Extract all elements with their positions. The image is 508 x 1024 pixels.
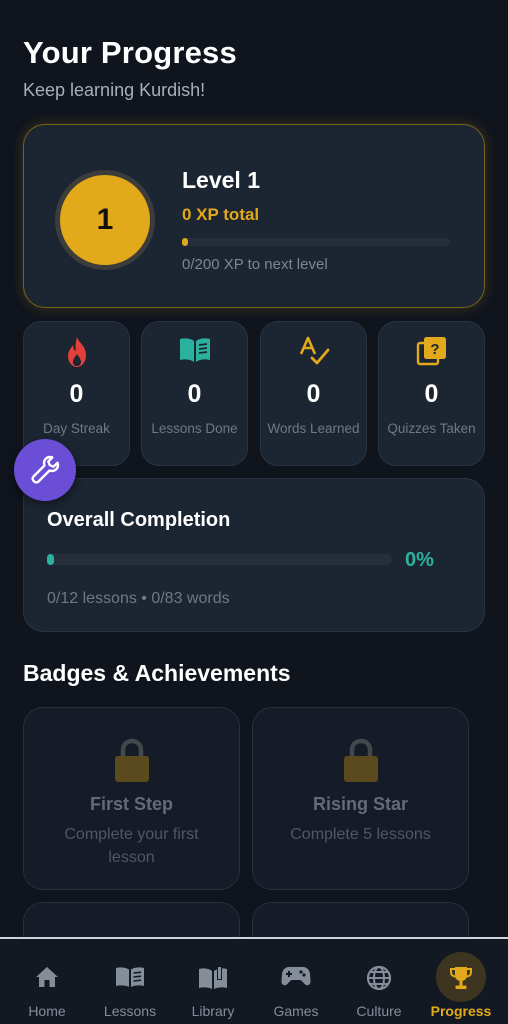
badge-name: Rising Star <box>312 794 409 814</box>
nav-item-culture[interactable]: Culture <box>337 939 421 1024</box>
home-icon <box>5 965 89 993</box>
badge-rising-star[interactable]: Rising Star Complete 5 lessons <box>252 707 469 890</box>
level-progress-fill <box>182 238 188 246</box>
nav-item-lessons[interactable]: Lessons <box>88 939 172 1024</box>
stat-card-words-learned: 0 Words Learned <box>260 321 367 466</box>
nav-label: Lessons <box>103 1003 157 1019</box>
stat-card-quizzes-taken: ? 0 Quizzes Taken <box>378 321 485 466</box>
stat-card-lessons-done: 0 Lessons Done <box>141 321 248 466</box>
stat-label: Day Streak <box>43 421 110 436</box>
nav-label: Culture <box>356 1003 402 1019</box>
lock-icon <box>253 738 468 784</box>
nav-item-games[interactable]: Games <box>254 939 338 1024</box>
tools-button[interactable] <box>14 439 76 501</box>
book-icon <box>88 965 172 993</box>
page-header: Your Progress Keep learning Kurdish! <box>23 34 237 101</box>
gamepad-icon <box>254 965 338 993</box>
nav-label: Home <box>28 1003 66 1019</box>
level-title: Level 1 <box>182 167 260 193</box>
trophy-icon <box>419 965 503 993</box>
nav-label: Progress <box>430 1003 492 1019</box>
stat-value: 0 <box>424 380 439 408</box>
globe-icon <box>337 965 421 993</box>
nav-item-library[interactable]: Library <box>171 939 255 1024</box>
nav-label: Games <box>273 1003 319 1019</box>
lock-icon <box>24 738 239 784</box>
xp-total: 0 XP total <box>182 205 260 224</box>
page-subtitle: Keep learning Kurdish! <box>23 80 206 100</box>
level-badge: 1 <box>55 170 155 270</box>
svg-text:?: ? <box>430 341 439 358</box>
badge-description: Complete 5 lessons <box>290 826 431 843</box>
stat-value: 0 <box>187 380 202 408</box>
nav-label: Library <box>191 1003 235 1019</box>
completion-title: Overall Completion <box>47 509 231 531</box>
bottom-nav: Home Lessons Library Games Culture Progr… <box>0 937 508 1024</box>
stat-label: Lessons Done <box>151 421 238 436</box>
level-progress-bar <box>182 238 450 246</box>
quiz-icon: ? <box>379 336 484 368</box>
page-title: Your Progress <box>23 35 237 70</box>
stat-value: 0 <box>69 380 84 408</box>
level-card: 1 Level 1 0 XP total 0/200 XP to next le… <box>23 124 485 308</box>
nav-item-progress[interactable]: Progress <box>419 939 503 1024</box>
badges-section-title: Badges & Achievements <box>23 660 291 686</box>
overall-completion-card: Overall Completion 0% 0/12 lessons • 0/8… <box>23 478 485 632</box>
stat-label: Words Learned <box>267 421 360 436</box>
completion-progress-bar <box>47 554 392 565</box>
stat-label: Quizzes Taken <box>387 421 476 436</box>
stat-value: 0 <box>306 380 321 408</box>
open-book-icon <box>142 336 247 368</box>
next-level-text: 0/200 XP to next level <box>182 256 328 273</box>
library-icon <box>171 965 255 993</box>
badge-first-step[interactable]: First Step Complete your first lesson <box>23 707 240 890</box>
completion-summary: 0/12 lessons • 0/83 words <box>47 590 230 607</box>
badge-name: First Step <box>89 794 173 814</box>
fire-icon <box>24 336 129 368</box>
wrench-icon <box>31 455 60 484</box>
nav-item-home[interactable]: Home <box>5 939 89 1024</box>
spell-check-icon <box>261 336 366 368</box>
completion-progress-fill <box>47 554 54 565</box>
badge-description: Complete your first lesson <box>64 826 199 866</box>
completion-percent: 0% <box>405 549 434 571</box>
